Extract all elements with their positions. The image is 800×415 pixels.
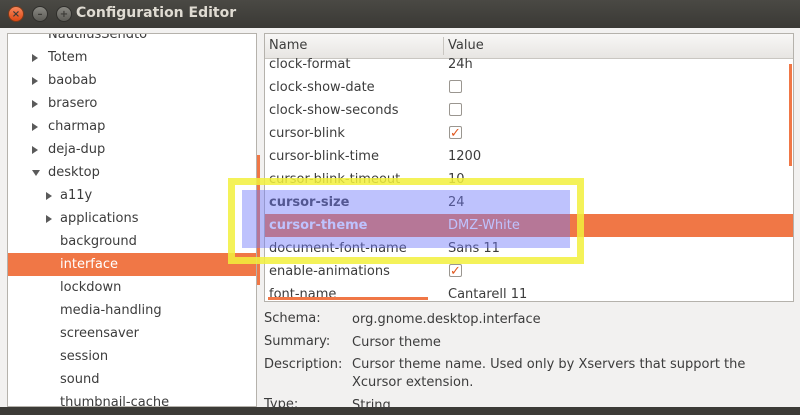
tree-item[interactable]: a11y (8, 184, 256, 207)
tree-item[interactable]: lockdown (8, 276, 256, 299)
tree-item[interactable]: charmap (8, 115, 256, 138)
tree-item-label: background (60, 234, 137, 249)
key-name: clock-show-seconds (269, 103, 399, 118)
tree-item-label: thumbnail-cache (60, 395, 170, 407)
key-value[interactable]: Cantarell 11 (448, 283, 527, 301)
checkbox-checked[interactable] (449, 260, 462, 283)
tree-item-label: screensaver (60, 326, 139, 341)
window-title: Configuration Editor (76, 5, 237, 21)
summary-label: Summary: (264, 334, 331, 349)
tree-item[interactable]: interface (8, 253, 256, 276)
expander-collapsed-icon[interactable] (32, 123, 38, 131)
schema-tree[interactable]: NautilusSendto Totem baobab brasero charmap d… (7, 33, 257, 407)
table-vertical-scrollbar[interactable] (789, 64, 792, 166)
tree-item-label: media-handling (60, 303, 162, 318)
expander-collapsed-icon[interactable] (32, 54, 38, 62)
checkbox-unchecked[interactable] (449, 103, 462, 116)
key-name: clock-show-date (269, 80, 375, 95)
tree-item-label: NautilusSendto (48, 33, 148, 42)
tree-item[interactable]: Totem (8, 46, 256, 69)
minimize-button[interactable]: – (32, 6, 48, 22)
expander-collapsed-icon[interactable] (46, 215, 52, 223)
description-value: Cursor theme name. Used only by Xservers… (352, 357, 746, 390)
tree-item[interactable]: desktop (8, 161, 256, 184)
highlight-annotation-box (228, 178, 584, 264)
tree-item-label: interface (60, 257, 118, 272)
tree-item-label: a11y (60, 188, 93, 203)
tree-item[interactable]: screensaver (8, 322, 256, 345)
checkbox-unchecked[interactable] (449, 80, 462, 93)
tree-item-label: desktop (48, 165, 100, 180)
type-value: String (352, 398, 391, 413)
table-horizontal-scrollbar[interactable] (268, 297, 428, 300)
table-row[interactable]: cursor-blink-time 1200 (265, 145, 793, 168)
tree-item-label: lockdown (60, 280, 122, 295)
tree-item-label: Totem (48, 50, 88, 65)
expander-collapsed-icon[interactable] (46, 192, 52, 200)
tree-item[interactable]: brasero (8, 92, 256, 115)
description-label: Description: (264, 357, 343, 372)
tree-item[interactable]: applications (8, 207, 256, 230)
checkbox-checked[interactable] (449, 122, 462, 145)
tree-item-label: deja-dup (48, 142, 106, 157)
key-name: cursor-blink (269, 126, 345, 141)
tree-item[interactable]: deja-dup (8, 138, 256, 161)
key-name: clock-format (269, 57, 351, 72)
tree-item[interactable]: NautilusSendto (8, 33, 256, 46)
tree-item-label: baobab (48, 73, 97, 88)
schema-value: org.gnome.desktop.interface (352, 312, 541, 327)
tree-item[interactable]: baobab (8, 69, 256, 92)
close-button[interactable]: × (8, 6, 24, 22)
tree-item[interactable]: session (8, 345, 256, 368)
tree-item[interactable]: thumbnail-cache (8, 391, 256, 407)
tree-item[interactable]: media-handling (8, 299, 256, 322)
summary-value: Cursor theme (352, 335, 441, 350)
tree-item-label: sound (60, 372, 100, 387)
tree-item-label: brasero (48, 96, 98, 111)
table-row[interactable]: cursor-blink (265, 122, 793, 145)
tree-item[interactable]: sound (8, 368, 256, 391)
expander-collapsed-icon[interactable] (32, 77, 38, 85)
tree-item-label: charmap (48, 119, 106, 134)
schema-label: Schema: (264, 311, 321, 326)
expander-expanded-icon[interactable] (32, 170, 40, 176)
maximize-button[interactable]: + (56, 6, 72, 22)
table-row[interactable]: clock-format 24h (265, 53, 793, 76)
key-value[interactable]: 24h (448, 53, 473, 76)
tree-item-label: applications (60, 211, 139, 226)
table-row[interactable]: clock-show-seconds (265, 99, 793, 122)
tree-item-label: session (60, 349, 109, 364)
table-row[interactable]: clock-show-date (265, 76, 793, 99)
expander-collapsed-icon[interactable] (32, 100, 38, 108)
expander-collapsed-icon[interactable] (32, 146, 38, 154)
tree-item[interactable]: background (8, 230, 256, 253)
type-label: Type: (264, 397, 299, 412)
window-titlebar: × – + Configuration Editor (0, 0, 800, 28)
key-name: cursor-blink-time (269, 149, 379, 164)
key-value[interactable]: 1200 (448, 145, 481, 168)
